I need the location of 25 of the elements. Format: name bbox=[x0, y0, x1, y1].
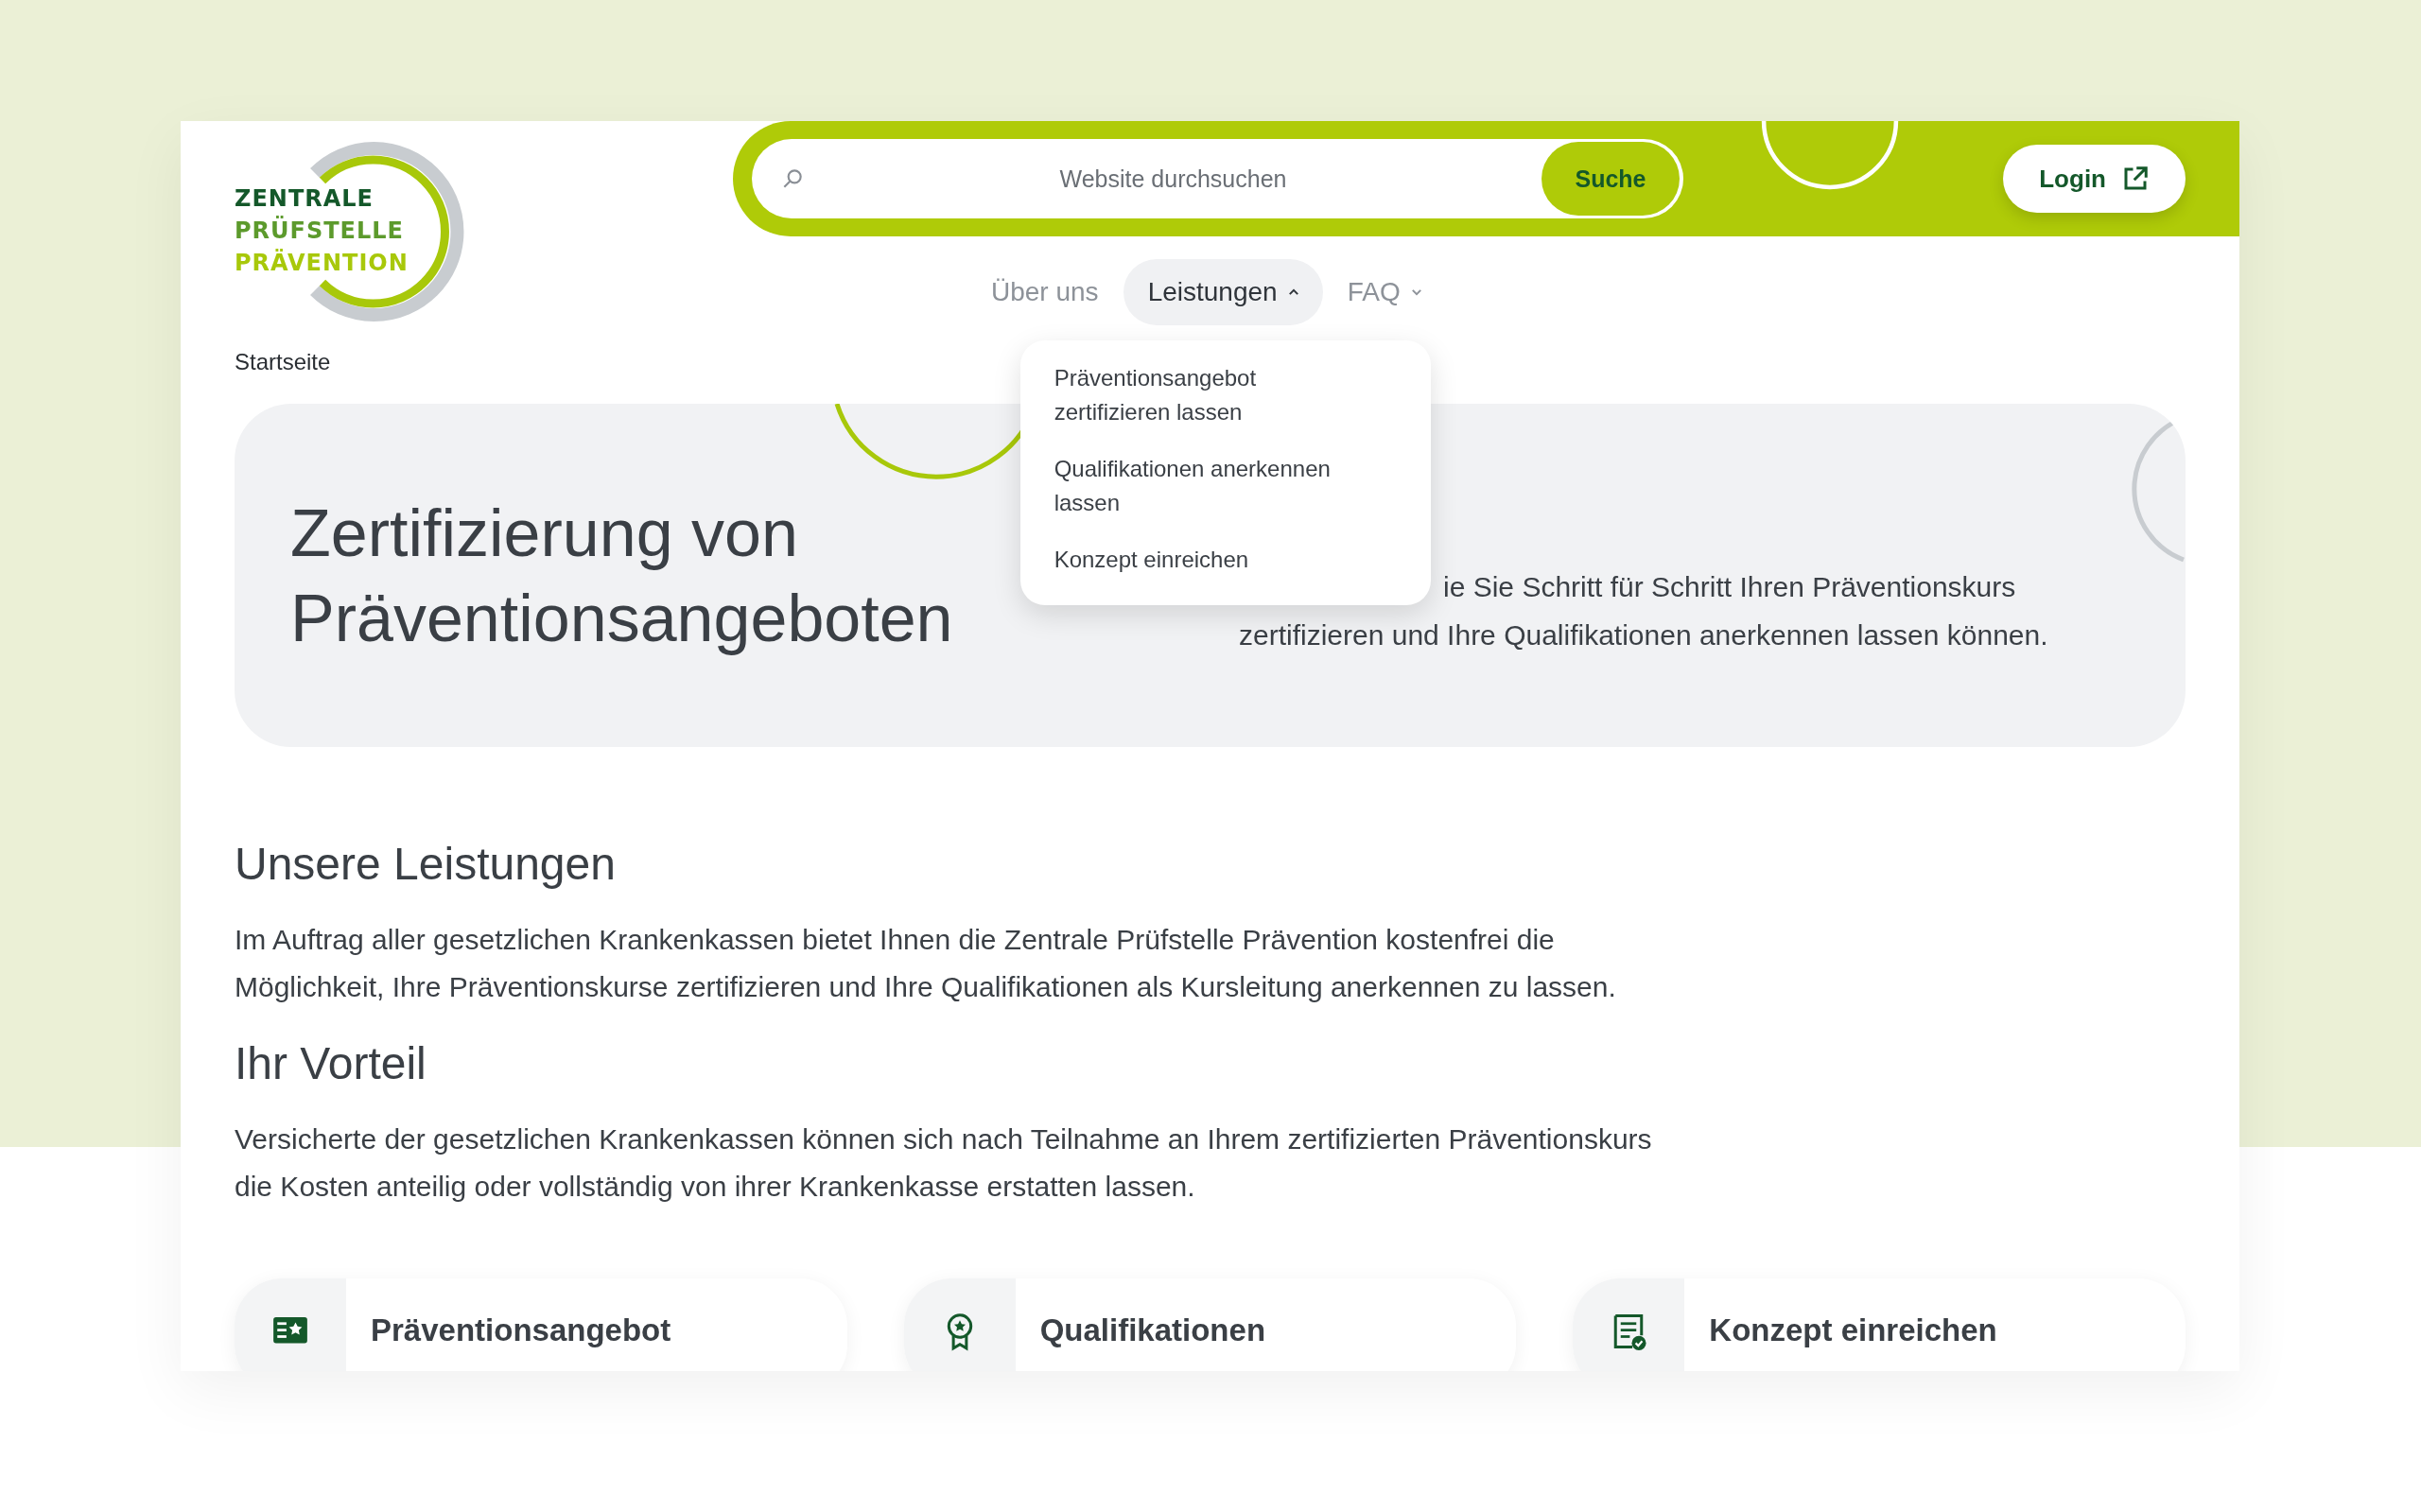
card-title: Konzept einreichen bbox=[1708, 1312, 1997, 1349]
logo-text: PRÄVENTION bbox=[235, 248, 409, 278]
menu-item[interactable]: Konzept einreichen bbox=[1054, 543, 1367, 577]
section-text: Im Auftrag aller gesetzlichen Krankenkassen bietet Ihnen die Zentrale Prüfstelle Prävention kostenfrei die Möglichkeit, Ihre Präventionskurse zertifizieren und Ihre Qualifikationen als Kursleitung anerkennen zu lassen. bbox=[235, 923, 1617, 1004]
service-card[interactable]: Konzept einreichen bbox=[1573, 1278, 2186, 1371]
card-title: Präventionsangebot bbox=[370, 1312, 671, 1349]
hero-description-line: ie Sie Schritt für Schritt Ihren Präventionskurs bbox=[1443, 569, 2016, 604]
login-button[interactable]: Login bbox=[2003, 145, 2186, 213]
card-title: Qualifikationen bbox=[1038, 1312, 1266, 1349]
logo[interactable]: ZENTRALE PRÜFSTELLE PRÄVENTION bbox=[235, 142, 518, 331]
service-card[interactable]: Qualifikationen bbox=[903, 1278, 1517, 1371]
menu-item[interactable]: Präventionsangebot zertifizieren lassen bbox=[1054, 361, 1367, 429]
section-heading: Ihr Vorteil bbox=[235, 1037, 427, 1090]
logo-text: ZENTRALE bbox=[235, 184, 374, 214]
search-button[interactable]: Suche bbox=[1541, 142, 1680, 216]
menu-item[interactable]: Qualifikationen anerkennen lassen bbox=[1054, 452, 1367, 520]
hero-description-line: zertifizieren und Ihre Qualifikationen anerkennen lassen können. bbox=[1239, 617, 2048, 652]
section-heading: Unsere Leistungen bbox=[235, 838, 617, 891]
section-text: Versicherte der gesetzlichen Krankenkassen können sich nach Teilnahme an Ihrem zertifizierten Präventionskurs die Kosten anteilig oder vollständig von ihrer Krankenkasse erstatten lassen. bbox=[235, 1122, 1653, 1204]
logo-text: PRÜFSTELLE bbox=[235, 216, 405, 246]
nav-tab[interactable]: Leistungen bbox=[1123, 259, 1323, 325]
service-card[interactable]: Präventionsangebot bbox=[235, 1278, 847, 1371]
breadcrumb-link[interactable]: Startseite bbox=[235, 348, 331, 376]
search-field[interactable]: Website durchsuchen Suche bbox=[752, 139, 1683, 218]
page-title: Zertifizierung von Präventionsangeboten bbox=[290, 495, 954, 657]
